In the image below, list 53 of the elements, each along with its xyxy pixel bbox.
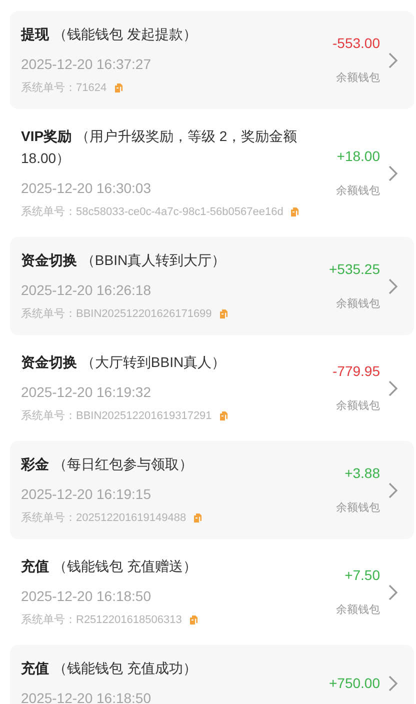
record-card[interactable]: 资金切换 （大厅转到BBIN真人） 2025-12-20 16:19:32 系统单号：BBIN202512201619317291 -779.95 余额钱包 [10,339,414,437]
chevron-icon [388,278,398,294]
record-time: 2025-12-20 16:37:27 [21,55,152,74]
chevron-icon [388,380,398,396]
record-time: 2025-12-20 16:19:15 [21,485,152,504]
wallet-label: 余额钱包 [336,500,380,516]
order-number: 系统单号：R2512201618506313 [21,612,182,628]
copy-icon[interactable] [218,309,228,319]
record-time: 2025-12-20 16:19:32 [21,383,152,402]
record-card[interactable]: 提现 （钱能钱包 发起提款） 2025-12-20 16:37:27 系统单号：71624 -553.00 余额钱包 [10,11,414,109]
record-card[interactable]: VIP奖励 （用户升级奖励，等级 2，奖励金额 18.00） 2025-12-20 16:30:03 系统单号：58c58033-ce0c-4a7c-98c1-56b0567ee16d +18.00 余额钱包 [10,113,414,233]
record-time: 2025-12-20 16:18:50 [21,689,152,704]
record-card[interactable]: 充值 （钱能钱包 充值成功） 2025-12-20 16:18:50 +750.00 [10,645,414,704]
record-card[interactable]: 充值 （钱能钱包 充值赠送） 2025-12-20 16:18:50 系统单号：R2512201618506313 +7.50 余额钱包 [10,543,414,641]
order-number: 系统单号：58c58033-ce0c-4a7c-98c1-56b0567ee16d [21,204,284,220]
amount: -553.00 [332,34,380,52]
copy-icon[interactable] [193,513,202,523]
record-title: 资金切换 （BBIN真人转到大厅） [21,251,227,270]
amount: +750.00 [329,674,380,692]
record-time: 2025-12-20 16:30:03 [21,179,152,198]
order-number: 系统单号：BBIN202512201619317291 [21,408,212,424]
copy-icon[interactable] [114,83,123,93]
copy-icon[interactable] [290,207,300,217]
amount: +3.88 [344,464,380,482]
amount: +535.25 [329,260,380,278]
order-number: 系统单号：202512201619149488 [21,510,186,526]
wallet-label: 余额钱包 [336,602,380,618]
amount: +7.50 [344,566,380,584]
chevron-icon [388,52,398,68]
chevron-icon [388,482,398,498]
record-time: 2025-12-20 16:18:50 [21,587,152,606]
amount: -779.95 [332,362,380,380]
wallet-label: 余额钱包 [336,184,380,199]
order-number: 系统单号：71624 [21,80,107,96]
record-title: 资金切换 （大厅转到BBIN真人） [21,353,227,372]
amount: +18.00 [336,147,380,165]
chevron-icon [388,164,398,182]
chevron-icon [388,584,398,600]
copy-icon[interactable] [188,615,198,625]
record-title: VIP奖励 （用户升级奖励，等级 2，奖励金额 18.00） [21,127,298,168]
chevron-icon [388,674,398,692]
order-number: 系统单号：BBIN202512201626171699 [21,306,212,322]
record-title: 彩金 （每日红包参与领取） [21,455,194,474]
record-title: 充值 （钱能钱包 充值成功） [21,659,198,678]
wallet-label: 余额钱包 [336,398,380,414]
wallet-label: 余额钱包 [336,70,380,86]
record-title: 提现 （钱能钱包 发起提款） [21,25,198,44]
record-card[interactable]: 彩金 （每日红包参与领取） 2025-12-20 16:19:15 系统单号：202512201619149488 +3.88 余额钱包 [10,441,414,539]
wallet-label: 余额钱包 [336,296,380,312]
record-title: 充值 （钱能钱包 充值赠送） [21,557,198,576]
copy-icon[interactable] [218,411,228,421]
record-time: 2025-12-20 16:26:18 [21,281,152,300]
record-card[interactable]: 资金切换 （BBIN真人转到大厅） 2025-12-20 16:26:18 系统单号：BBIN202512201626171699 +535.25 余额钱包 [10,237,414,335]
